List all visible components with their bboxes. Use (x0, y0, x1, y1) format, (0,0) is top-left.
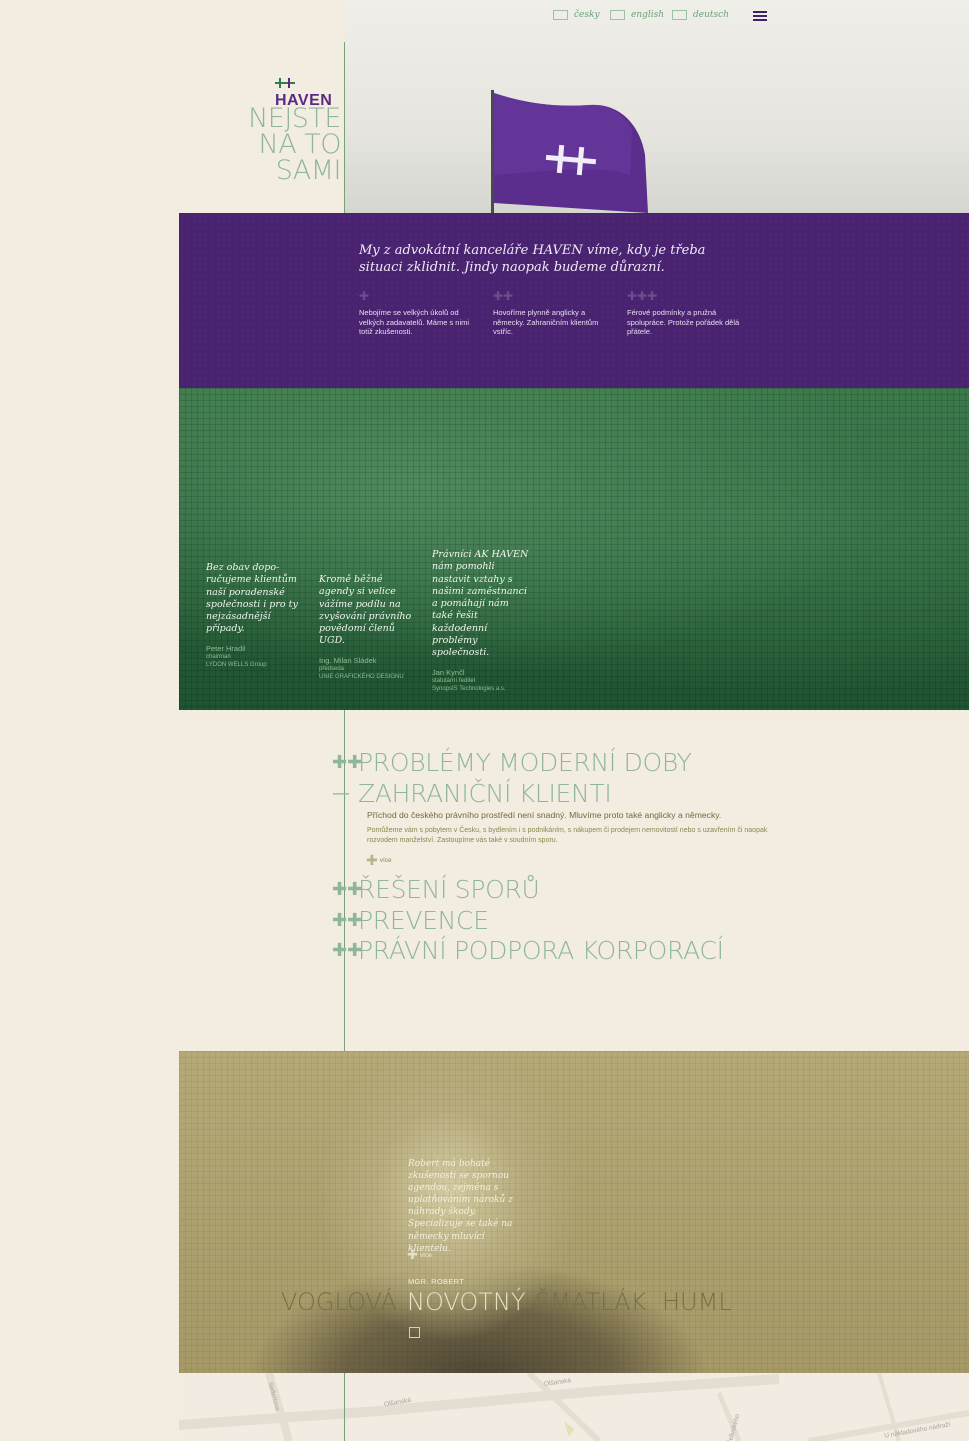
double-cross-icon: ✚✚ (493, 289, 514, 303)
lang-label-en: english (631, 10, 665, 20)
testimonial-quote: Právníci AK HAVEN nám pomohli nastavit v… (432, 549, 529, 659)
testimonial-quote: Kromě běžné agendy si velice vážíme podí… (319, 574, 412, 647)
testimonial-org: LYDON WELLS Group (206, 661, 267, 668)
plus-icon: ✚ (366, 852, 378, 868)
haven-cross-logo-icon (275, 78, 295, 88)
feature-item: ✚✚ Hovoříme plynně anglicky a německy. Z… (493, 290, 613, 337)
more-label: více (419, 1251, 432, 1259)
testimonial: Bez obav dopo-ručujeme klientům naší por… (206, 562, 306, 669)
testimonial-name: Jan Kynčl (432, 667, 465, 677)
map[interactable]: Olšanská Olšanská Seifertova J. Želivské… (179, 1373, 969, 1441)
lang-switch-cz[interactable]: česky (553, 10, 600, 20)
service-item-reseni-sporu[interactable]: ✚✚ ŘEŠENÍ SPORŮ (332, 875, 540, 905)
testimonial-org: SynopsIS Technologies a.s. (432, 685, 506, 692)
lang-label-de: deutsch (693, 10, 729, 20)
triple-cross-icon: ✚✚✚ (627, 289, 658, 303)
service-label: ZAHRANIČNÍ KLIENTI (358, 779, 612, 808)
minus-icon: — (332, 783, 350, 804)
testimonial-role: statutární ředitel (432, 677, 476, 684)
service-item-zahranicni-klienti[interactable]: — ZAHRANIČNÍ KLIENTI (332, 779, 612, 809)
map-roads (179, 1373, 969, 1441)
flag-de-icon (672, 10, 687, 20)
feature-item: ✚ Nebojíme se velkých úkolů od velkých z… (359, 290, 479, 337)
service-label: PRÁVNÍ PODPORA KORPORACÍ (358, 936, 724, 965)
lawyer-tab-smatlak[interactable]: ŠMATLÁK (535, 1286, 646, 1318)
service-label: PREVENCE (358, 906, 489, 935)
service-expanded-lead: Příchod do českého právního prostředí ne… (367, 810, 722, 820)
feature-text: Férové podmínky a pružná spolupráce. Pro… (627, 308, 740, 336)
flag-en-icon (610, 10, 625, 20)
service-expanded-body: Pomůžeme vám s pobytem v Česku, s bydlen… (367, 827, 768, 844)
vertical-guide-line (344, 42, 345, 213)
single-cross-icon: ✚ (359, 289, 370, 303)
lawyer-tab-novotny[interactable]: NOVOTNÝ (407, 1286, 526, 1318)
lawyer-tab-huml[interactable]: HUML (662, 1286, 732, 1318)
testimonial-name: Peter Hradil (206, 643, 246, 653)
feature-item: ✚✚✚ Férové podmínky a pružná spolupráce.… (627, 290, 747, 337)
haven-flag-image (491, 90, 648, 215)
lawyer-tab-voglova[interactable]: VOGLOVÁ (281, 1286, 397, 1318)
lawyer-first-name: MGR. ROBERT (408, 1277, 465, 1286)
lang-label-cz: česky (574, 10, 600, 20)
testimonial: Kromě běžné agendy si velice vážíme podí… (319, 574, 419, 681)
service-item-pravni-podpora[interactable]: ✚✚ PRÁVNÍ PODPORA KORPORACÍ (332, 936, 724, 966)
flag-cz-icon (553, 10, 568, 20)
double-cross-icon: ✚✚ (332, 940, 363, 961)
lawyer-bio: Robert má bohaté zkušenosti se spornou a… (408, 1159, 513, 1254)
service-label: ŘEŠENÍ SPORŮ (358, 875, 540, 904)
service-label: PROBLÉMY MODERNÍ DOBY (358, 748, 692, 777)
lawyer-photo-band (179, 1051, 969, 1373)
service-item-prevence[interactable]: ✚✚ PREVENCE (332, 906, 489, 936)
double-cross-icon: ✚✚ (332, 752, 363, 773)
slogan-line: SAMI (275, 155, 342, 186)
more-label: více (379, 857, 392, 864)
intro-headline: My z advokátní kanceláře HAVEN víme, kdy… (359, 243, 706, 275)
testimonial-role: chairman (206, 653, 231, 660)
feature-text: Nebojíme se velkých úkolů od velkých zad… (359, 308, 470, 336)
vertical-guide-line (344, 1373, 345, 1441)
plus-icon: ✚ (407, 1247, 418, 1262)
testimonial-org: UNIE GRAFICKÉHO DESIGNU (319, 673, 404, 680)
slogan: NEJSTE NA TO SAMI (248, 105, 342, 186)
double-cross-icon: ✚✚ (332, 879, 363, 900)
testimonial: Právníci AK HAVEN nám pomohli nastavit v… (432, 549, 532, 693)
service-more-link[interactable]: ✚ více (366, 852, 392, 869)
testimonial-name: Ing. Milan Sládek (319, 655, 377, 665)
lawyer-more-link[interactable]: ✚ více (407, 1247, 432, 1263)
hamburger-menu-icon[interactable] (753, 11, 767, 22)
service-item-moderni-doba[interactable]: ✚✚ PROBLÉMY MODERNÍ DOBY (332, 748, 692, 778)
testimonial-role: předseda (319, 665, 345, 672)
lang-switch-de[interactable]: deutsch (672, 10, 729, 20)
feature-text: Hovoříme plynně anglicky a německy. Zahr… (493, 308, 599, 336)
document-icon[interactable] (409, 1327, 420, 1338)
testimonial-quote: Bez obav dopo-ručujeme klientům naší por… (206, 562, 298, 635)
double-cross-icon: ✚✚ (332, 910, 363, 931)
lang-switch-en[interactable]: english (610, 10, 664, 20)
